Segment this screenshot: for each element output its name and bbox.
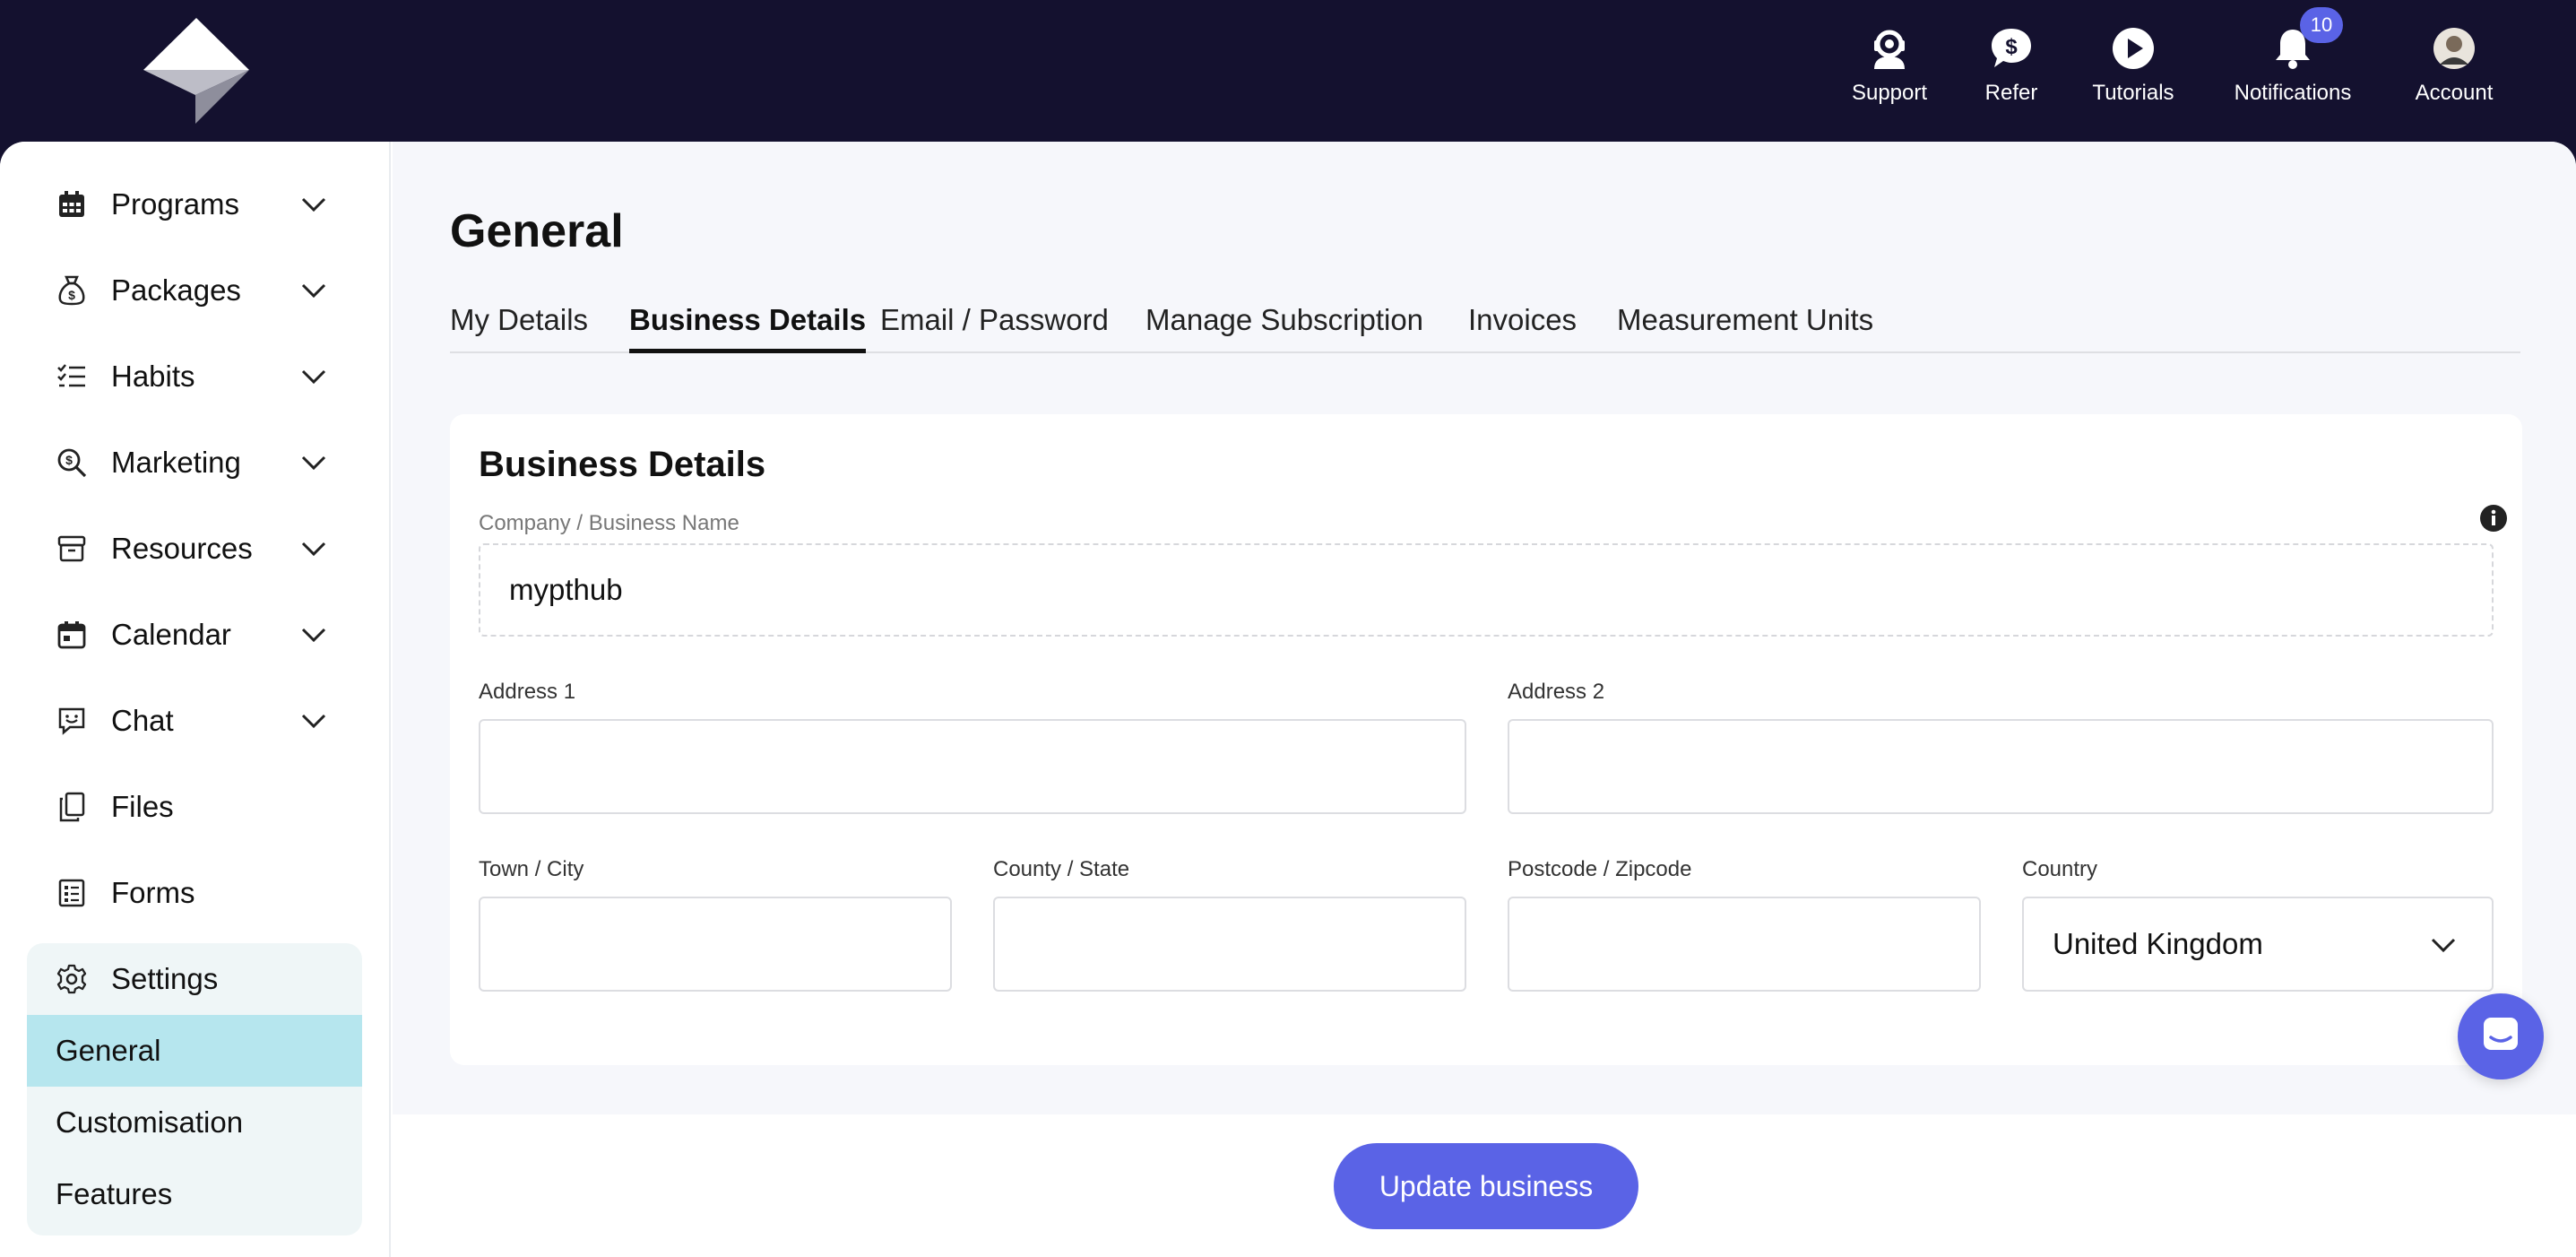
paper-plane-logo[interactable] [142,16,251,124]
address1-input[interactable] [479,719,1466,814]
headset-icon [1866,25,1913,72]
chevron-down-icon [296,617,332,653]
sidebar-item-label: Habits [111,360,195,393]
notifications-badge: 10 [2300,7,2343,43]
chat-widget-button[interactable] [2458,993,2544,1079]
chevron-down-icon [296,445,332,481]
chevron-down-icon [296,186,332,222]
address1-label: Address 1 [479,680,576,704]
notifications-label: Notifications [2234,81,2352,105]
chat-icon [54,703,90,739]
info-icon[interactable] [2479,504,2508,533]
address2-label: Address 2 [1508,680,1605,704]
sidebar-item-programs[interactable]: Programs [27,169,367,240]
tab-manage-subscription[interactable]: Manage Subscription [1145,303,1423,353]
tab-measurement-units[interactable]: Measurement Units [1617,303,1873,353]
sidebar-item-label: Forms [111,876,195,909]
main-panel: Programs $ Packages Habits $ Marketing R… [0,142,2576,1257]
sidebar-item-label: Programs [111,187,240,221]
chat-bubble-icon [2480,1014,2521,1060]
sidebar-item-label: Files [111,790,174,823]
town-input[interactable] [479,897,952,992]
tab-bar: My Details Business Details Email / Pass… [450,303,2520,353]
sidebar-item-marketing[interactable]: $ Marketing [27,427,367,498]
sidebar-item-label: Calendar [111,618,231,651]
country-label: Country [2022,857,2098,881]
svg-text:$: $ [68,288,75,302]
tab-invoices[interactable]: Invoices [1468,303,1577,353]
dollar-bubble-icon: $ [1988,25,2035,72]
account-label: Account [2415,81,2494,105]
update-business-button[interactable]: Update business [1334,1143,1638,1229]
files-icon [54,789,90,825]
country-selected-value: United Kingdom [2053,927,2263,960]
sidebar-subitem-features[interactable]: Features [27,1158,362,1230]
checklist-icon [54,359,90,394]
page-title: General [450,205,624,257]
card-title: Business Details [479,445,766,484]
svg-text:$: $ [65,453,73,467]
company-name-label: Company / Business Name [479,511,739,535]
tab-email-password[interactable]: Email / Password [880,303,1109,353]
money-bag-icon: $ [54,273,90,308]
sidebar-item-label: Marketing [111,446,241,479]
sidebar-item-files[interactable]: Files [27,771,367,843]
sidebar-item-packages[interactable]: $ Packages [27,255,367,326]
top-bar: Support $ Refer Tutorials 10 Notificatio… [0,0,2576,143]
county-label: County / State [993,857,1130,881]
refer-label: Refer [1984,81,2038,105]
business-details-card: Business Details Company / Business Name… [450,414,2522,1065]
chevron-down-icon [2427,929,2459,961]
calendar-grid-icon [54,186,90,222]
sidebar-item-forms[interactable]: Forms [27,857,367,929]
sidebar-item-habits[interactable]: Habits [27,341,367,412]
sidebar: Programs $ Packages Habits $ Marketing R… [0,142,391,1257]
settings-group: Settings General Customisation Features [27,943,362,1235]
svg-text:$: $ [2005,35,2018,59]
bell-icon: 10 [2269,7,2343,72]
address2-input[interactable] [1508,719,2494,814]
sidebar-item-settings[interactable]: Settings [27,943,362,1015]
settings-label: Settings [111,962,219,995]
chevron-down-icon [296,273,332,308]
sidebar-item-calendar[interactable]: Calendar [27,599,367,671]
chevron-down-icon [296,703,332,739]
town-label: Town / City [479,857,584,881]
sidebar-subitem-customisation[interactable]: Customisation [27,1087,362,1158]
chevron-down-icon [296,359,332,394]
county-input[interactable] [993,897,1466,992]
tab-my-details[interactable]: My Details [450,303,588,353]
tutorials-link[interactable]: Tutorials [2062,25,2205,106]
content-area: General My Details Business Details Emai… [393,142,2576,1114]
company-name-input[interactable] [479,543,2494,637]
sidebar-item-label: Packages [111,273,241,307]
postcode-label: Postcode / Zipcode [1508,857,1692,881]
form-footer: Update business [393,1114,2576,1257]
postcode-input[interactable] [1508,897,1981,992]
archive-box-icon [54,531,90,567]
avatar [2431,25,2477,72]
tutorials-label: Tutorials [2092,81,2174,105]
account-link[interactable]: Account [2382,25,2526,106]
notifications-link[interactable]: 10 Notifications [2221,7,2364,106]
form-icon [54,875,90,911]
calendar-icon [54,617,90,653]
sidebar-item-label: Resources [111,532,253,565]
sidebar-item-chat[interactable]: Chat [27,685,367,757]
sidebar-item-label: Chat [111,704,174,737]
tab-business-details[interactable]: Business Details [629,303,867,353]
sidebar-subitem-general[interactable]: General [27,1015,362,1087]
sidebar-item-resources[interactable]: Resources [27,513,367,585]
gear-icon [54,961,90,997]
search-dollar-icon: $ [54,445,90,481]
play-icon [2110,25,2157,72]
support-label: Support [1851,81,1928,105]
chevron-down-icon [296,531,332,567]
country-select[interactable]: United Kingdom [2022,897,2494,992]
